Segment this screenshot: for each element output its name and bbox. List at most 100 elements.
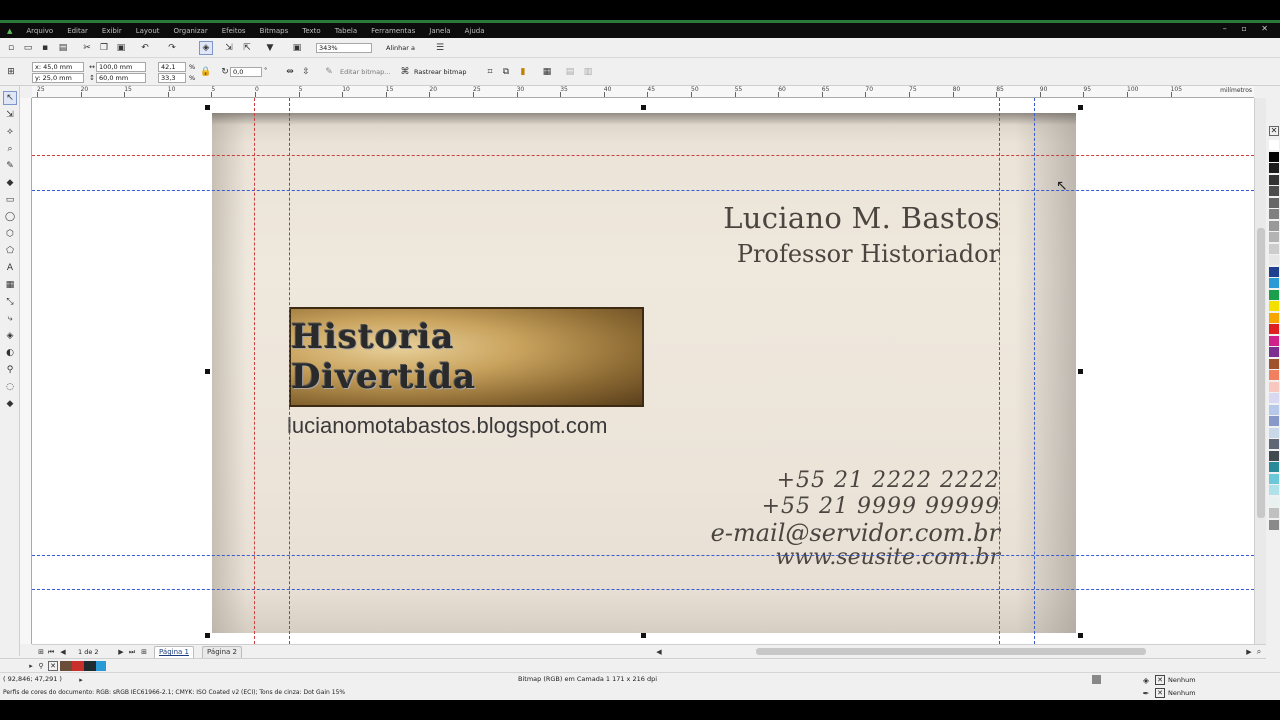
guide-horizontal[interactable] xyxy=(32,155,1254,156)
zoom-tool-icon[interactable]: ⌕ xyxy=(3,142,17,156)
palette-swatch[interactable] xyxy=(1269,163,1279,173)
color-profile-info[interactable]: Perfis de cores do documento: RGB: sRGB … xyxy=(3,689,345,696)
wrap-text-icon[interactable]: ▤ xyxy=(563,65,577,79)
menu-exibir[interactable]: Exibir xyxy=(95,27,129,35)
menu-bitmaps[interactable]: Bitmaps xyxy=(253,27,296,35)
doc-color-swatch[interactable] xyxy=(60,661,72,671)
outline-tool-icon[interactable]: ◌ xyxy=(3,380,17,394)
trace-bitmap-button[interactable]: Rastrear bitmap xyxy=(414,68,466,76)
menu-efeitos[interactable]: Efeitos xyxy=(215,27,253,35)
vertical-scroll-thumb[interactable] xyxy=(1257,228,1265,518)
palette-swatch[interactable] xyxy=(1269,140,1279,150)
selection-handle[interactable] xyxy=(205,633,210,638)
y-position-field[interactable]: y: 25,0 mm xyxy=(32,73,84,83)
guide-vertical[interactable] xyxy=(1034,98,1035,644)
palette-swatch[interactable] xyxy=(1269,370,1279,380)
edit-bitmap-icon[interactable]: ✎ xyxy=(322,65,336,79)
eyedropper-icon[interactable]: ⚲ xyxy=(34,659,48,673)
smart-fill-tool-icon[interactable]: ◆ xyxy=(3,176,17,190)
vertical-ruler[interactable] xyxy=(20,98,32,644)
palette-swatch[interactable] xyxy=(1269,220,1279,231)
interactive-fill-icon[interactable]: ◈ xyxy=(3,329,17,343)
selection-handle[interactable] xyxy=(205,369,210,374)
palette-swatch[interactable] xyxy=(1269,312,1279,323)
no-color-swatch-icon[interactable]: ✕ xyxy=(1269,126,1279,136)
palette-swatch[interactable] xyxy=(1269,266,1279,277)
palette-swatch[interactable] xyxy=(1269,381,1279,392)
eyedropper-tool-icon[interactable]: ⚲ xyxy=(3,363,17,377)
palette-swatch[interactable] xyxy=(1269,473,1279,484)
crop-bitmap-icon[interactable]: ⌗ xyxy=(483,65,497,79)
selection-handle[interactable] xyxy=(1078,633,1083,638)
palette-swatch[interactable] xyxy=(1269,347,1279,357)
guide-vertical[interactable] xyxy=(289,98,290,644)
doc-color-swatch[interactable] xyxy=(96,661,106,671)
paste-icon[interactable]: ▣ xyxy=(114,41,128,55)
text-tool-icon[interactable]: A xyxy=(3,261,17,275)
palette-swatch[interactable] xyxy=(1269,427,1279,438)
menu-tabela[interactable]: Tabela xyxy=(328,27,364,35)
palette-swatch[interactable] xyxy=(1269,416,1279,426)
import-icon[interactable]: ⇲ xyxy=(222,41,236,55)
ellipse-tool-icon[interactable]: ◯ xyxy=(3,210,17,224)
previous-page-icon[interactable]: ◀ xyxy=(56,645,70,659)
palette-swatch[interactable] xyxy=(1269,301,1279,311)
outline-pen-icon[interactable]: ✒ xyxy=(1139,686,1153,700)
guide-horizontal[interactable] xyxy=(32,190,1254,191)
copy-icon[interactable]: ❐ xyxy=(97,41,111,55)
guide-horizontal[interactable] xyxy=(32,589,1254,590)
cut-icon[interactable]: ✂ xyxy=(80,41,94,55)
tab-pagina-1[interactable]: Página 1 xyxy=(154,646,194,658)
mirror-vertical-icon[interactable]: ⇳ xyxy=(299,65,313,79)
palette-swatch[interactable] xyxy=(1269,197,1279,208)
save-icon[interactable]: ▪ xyxy=(38,41,52,55)
palette-swatch[interactable] xyxy=(1269,289,1279,300)
zoom-level-select[interactable]: 343% xyxy=(316,43,372,53)
x-position-field[interactable]: x: 45,0 mm xyxy=(32,62,84,72)
horizontal-scroll-thumb[interactable] xyxy=(756,648,1146,655)
lock-ratio-icon[interactable]: 🔒 xyxy=(199,65,213,79)
menu-arquivo[interactable]: Arquivo xyxy=(19,27,60,35)
width-field[interactable]: 100,0 mm xyxy=(96,62,146,72)
align-to-label[interactable]: Alinhar a xyxy=(386,44,415,52)
menu-ajuda[interactable]: Ajuda xyxy=(458,27,492,35)
undo-icon[interactable]: ↶ xyxy=(138,41,152,55)
palette-swatch[interactable] xyxy=(1269,209,1279,219)
rectangle-tool-icon[interactable]: ▭ xyxy=(3,193,17,207)
coords-menu-icon[interactable]: ▸ xyxy=(74,673,88,687)
redo-icon[interactable]: ↷ xyxy=(165,41,179,55)
guide-horizontal[interactable] xyxy=(32,555,1254,556)
options-icon[interactable]: ☰ xyxy=(433,41,447,55)
dimension-tool-icon[interactable]: ⤡ xyxy=(3,295,17,309)
palette-swatch[interactable] xyxy=(1269,243,1279,254)
palette-swatch[interactable] xyxy=(1269,278,1279,288)
add-page-after-icon[interactable]: ⊞ xyxy=(137,645,151,659)
freehand-tool-icon[interactable]: ✎ xyxy=(3,159,17,173)
selection-handle[interactable] xyxy=(1078,105,1083,110)
transparency-tool-icon[interactable]: ◐ xyxy=(3,346,17,360)
scale-x-field[interactable]: 42,1 xyxy=(158,62,186,72)
table-tool-icon[interactable]: ▦ xyxy=(3,278,17,292)
menu-janela[interactable]: Janela xyxy=(422,27,457,35)
print-icon[interactable]: ▤ xyxy=(56,41,70,55)
no-color-icon[interactable]: ✕ xyxy=(48,661,58,671)
shape-tool-icon[interactable]: ⇲ xyxy=(3,108,17,122)
palette-swatch[interactable] xyxy=(1269,404,1279,415)
doc-color-swatch[interactable] xyxy=(72,661,84,671)
resample-icon[interactable]: ⧉ xyxy=(499,65,513,79)
export-icon[interactable]: ⇱ xyxy=(240,41,254,55)
horizontal-ruler[interactable]: 25 20 15 10 5 0 5 10 15 20 25 30 35 40 45 50 55 60 65 70 75 8… xyxy=(32,86,1254,98)
palette-swatch[interactable] xyxy=(1269,174,1279,185)
align-icon[interactable]: ▥ xyxy=(581,65,595,79)
mirror-horizontal-icon[interactable]: ⇹ xyxy=(283,65,297,79)
selection-handle[interactable] xyxy=(205,105,210,110)
tab-pagina-2[interactable]: Página 2 xyxy=(202,646,242,658)
menu-editar[interactable]: Editar xyxy=(60,27,95,35)
drawing-canvas[interactable]: Luciano M. Bastos Professor Historiador … xyxy=(32,98,1254,644)
polygon-tool-icon[interactable]: ⬡ xyxy=(3,227,17,241)
open-icon[interactable]: ▭ xyxy=(21,41,35,55)
link-bitmap-icon[interactable]: ▦ xyxy=(540,65,554,79)
scale-y-field[interactable]: 33,3 xyxy=(158,73,186,83)
palette-swatch[interactable] xyxy=(1269,232,1279,242)
palette-swatch[interactable] xyxy=(1269,439,1279,449)
